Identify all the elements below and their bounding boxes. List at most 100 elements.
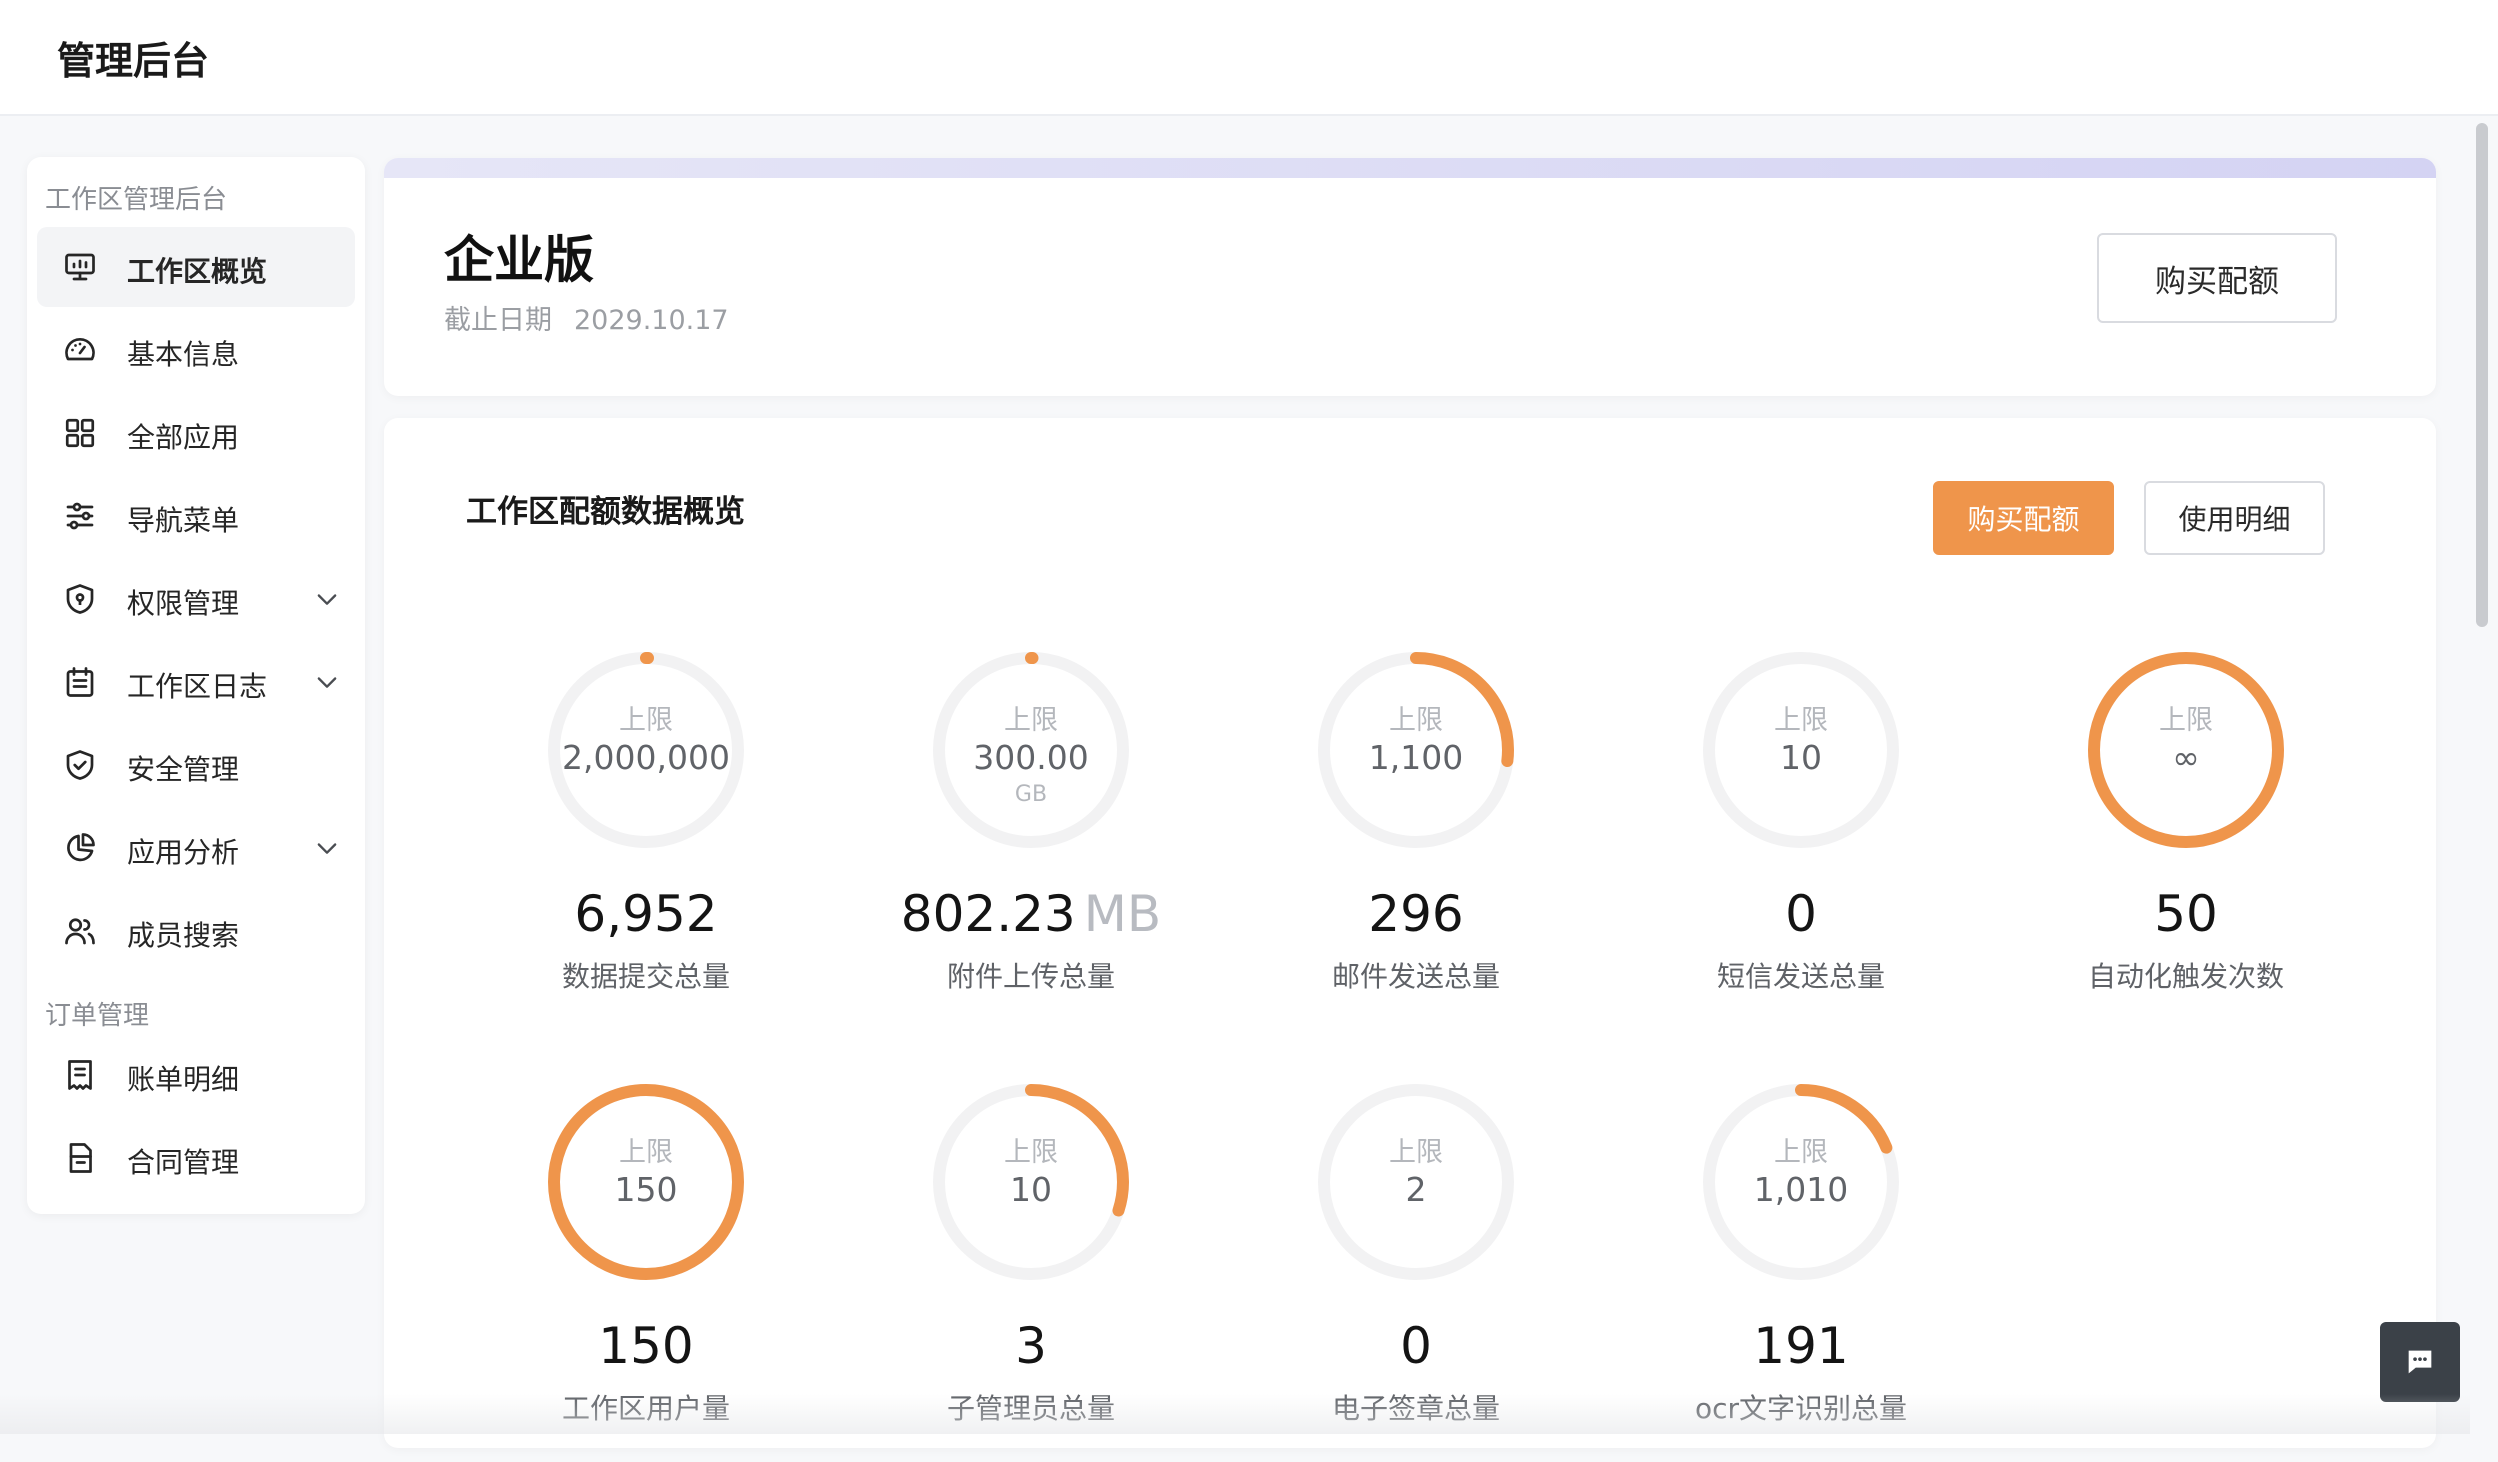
grid-icon (65, 418, 95, 448)
contract-icon (69, 1143, 92, 1173)
usage-detail-button[interactable]: 使用明细 (2144, 481, 2325, 555)
quota-limit-value: 10 (1010, 1170, 1052, 1209)
quota-used-value: 0 (1621, 885, 1981, 943)
quota-used-value: 6,952 (466, 885, 826, 943)
plan-expiry: 截止日期 2029.10.17 (444, 298, 751, 337)
quota-limit-value: 300.00 (973, 738, 1089, 777)
quota-gauge: 上限 2,000,000 6,952 数据提交总量 (526, 650, 766, 1030)
quota-used-number: 802.23 (900, 885, 1076, 943)
plan-card: 企业版 截止日期 2029.10.17 购买配额 (384, 158, 2436, 396)
chevron-down-icon[interactable] (313, 834, 341, 862)
chevron-down-icon[interactable] (313, 585, 341, 613)
sidebar-item-label: 全部应用 (127, 421, 240, 454)
sidebar-item-contracts[interactable]: 合同管理 (37, 1118, 355, 1198)
quota-limit-value: 1,100 (1368, 738, 1464, 777)
quota-used-value: 50 (2006, 885, 2366, 943)
chat-icon (2408, 1350, 2432, 1374)
dashboard-gauge-icon (65, 338, 95, 361)
quota-limit-label: 上限 (1774, 1137, 1828, 1168)
quota-gauge: 上限 10 0 短信发送总量 (1681, 650, 1921, 1030)
page-scrollbar-thumb[interactable] (2476, 123, 2488, 627)
quota-used-number: 150 (598, 1317, 694, 1375)
plan-card-accent-strip (384, 158, 2436, 178)
quota-used-value: 3 (851, 1317, 1211, 1375)
quota-limit-value: 2 (1405, 1170, 1427, 1209)
top-bar: 管理后台 (0, 0, 2498, 116)
sidebar-item-label: 工作区概览 (127, 255, 268, 288)
quota-used-value: 0 (1236, 1317, 1596, 1375)
quota-used-value: 296 (1236, 885, 1596, 943)
quota-overview-title: 工作区配额数据概览 (466, 494, 745, 530)
quota-gauge: 上限 300.00 GB 802.23 MB 附件上传总量 (901, 650, 1161, 1030)
quota-limit-value: 10 (1780, 738, 1822, 777)
quota-used-number: 6,952 (574, 885, 718, 943)
sidebar-item-label: 账单明细 (127, 1063, 240, 1096)
sidebar-item-workspace-overview[interactable]: 工作区概览 (37, 227, 355, 307)
quota-used-number: 296 (1368, 885, 1464, 943)
sidebar: 工作区管理后台 工作区概览 基本信息 全部应用 导航菜单 权限管理 工作区日志 … (27, 157, 365, 1214)
sidebar-item-all-apps[interactable]: 全部应用 (37, 393, 355, 473)
quota-limit-unit: GB (1014, 782, 1048, 807)
quota-used-value: 150 (466, 1317, 826, 1375)
sliders-icon (66, 502, 94, 530)
shield-key-icon (66, 584, 94, 614)
quota-name: 自动化触发次数 (2087, 960, 2284, 993)
expiry-label: 截止日期 (444, 305, 552, 336)
quota-limit-value: ∞ (2172, 738, 2200, 777)
quota-gauge: 上限 1,010 191 ocr文字识别总量 (1681, 1082, 1921, 1462)
chat-button[interactable] (2380, 1322, 2460, 1402)
quota-gauge: 上限 2 0 电子签章总量 (1296, 1082, 1536, 1462)
app-title: 管理后台 (57, 39, 210, 83)
monitor-icon (65, 253, 95, 281)
sidebar-item-basic-info[interactable]: 基本信息 (37, 310, 355, 390)
quota-limit-label: 上限 (619, 1137, 673, 1168)
quota-used-value: 191 (1621, 1317, 1981, 1375)
quota-limit-label: 上限 (1004, 1137, 1058, 1168)
sidebar-item-label: 权限管理 (127, 587, 240, 620)
quota-name: 电子签章总量 (1331, 1392, 1500, 1425)
quota-name: 子管理员总量 (946, 1392, 1115, 1425)
sidebar-item-security[interactable]: 安全管理 (37, 725, 355, 805)
quota-used-number: 50 (2154, 885, 2218, 943)
users-icon (65, 918, 95, 945)
sidebar-group-orders: 订单管理 (45, 1001, 150, 1031)
chevron-down-icon[interactable] (313, 668, 341, 696)
shield-check-icon (66, 750, 94, 780)
quota-gauge: 上限 150 150 工作区用户量 (526, 1082, 766, 1462)
quota-name: 短信发送总量 (1716, 960, 1885, 993)
sidebar-item-label: 应用分析 (127, 836, 240, 869)
pie-chart-icon (67, 833, 95, 862)
quota-name: ocr文字识别总量 (1694, 1392, 1908, 1425)
quota-gauge: 上限 10 3 子管理员总量 (911, 1082, 1151, 1462)
quota-limit-label: 上限 (619, 705, 673, 736)
buy-quota-button[interactable]: 购买配额 (2097, 233, 2337, 323)
quota-used-unit: MB (1083, 885, 1162, 943)
sidebar-group-workspace: 工作区管理后台 (45, 185, 228, 215)
plan-edition: 企业版 (444, 231, 594, 289)
expiry-date: 2029.10.17 (574, 305, 729, 336)
receipt-icon (68, 1060, 92, 1090)
quota-used-number: 0 (1400, 1317, 1432, 1375)
sidebar-item-label: 安全管理 (127, 753, 240, 786)
sidebar-item-label: 合同管理 (127, 1146, 240, 1179)
sidebar-item-member-search[interactable]: 成员搜索 (37, 891, 355, 971)
quota-limit-label: 上限 (1389, 705, 1443, 736)
sidebar-item-nav-menu[interactable]: 导航菜单 (37, 476, 355, 556)
quota-used-number: 0 (1785, 885, 1817, 943)
quota-used-number: 191 (1753, 1317, 1849, 1375)
quota-limit-label: 上限 (1774, 705, 1828, 736)
quota-name: 附件上传总量 (946, 960, 1115, 993)
quota-limit-value: 1,010 (1753, 1170, 1849, 1209)
quota-limit-value: 150 (614, 1170, 678, 1209)
quota-limit-label: 上限 (2159, 705, 2213, 736)
sidebar-item-permissions[interactable]: 权限管理 (37, 559, 355, 639)
sidebar-item-workspace-logs[interactable]: 工作区日志 (37, 642, 355, 722)
sidebar-item-billing-detail[interactable]: 账单明细 (37, 1035, 355, 1115)
sidebar-item-label: 工作区日志 (127, 670, 268, 703)
quota-limit-label: 上限 (1004, 705, 1058, 736)
buy-quota-primary-button[interactable]: 购买配额 (1933, 481, 2114, 555)
sidebar-item-app-analytics[interactable]: 应用分析 (37, 808, 355, 888)
quota-gauge: 上限 ∞ 50 自动化触发次数 (2066, 650, 2306, 1030)
quota-name: 数据提交总量 (561, 960, 730, 993)
quota-overview-card: 工作区配额数据概览 购买配额 使用明细 上限 2,000,000 6,952 数据提交… (384, 418, 2436, 1448)
